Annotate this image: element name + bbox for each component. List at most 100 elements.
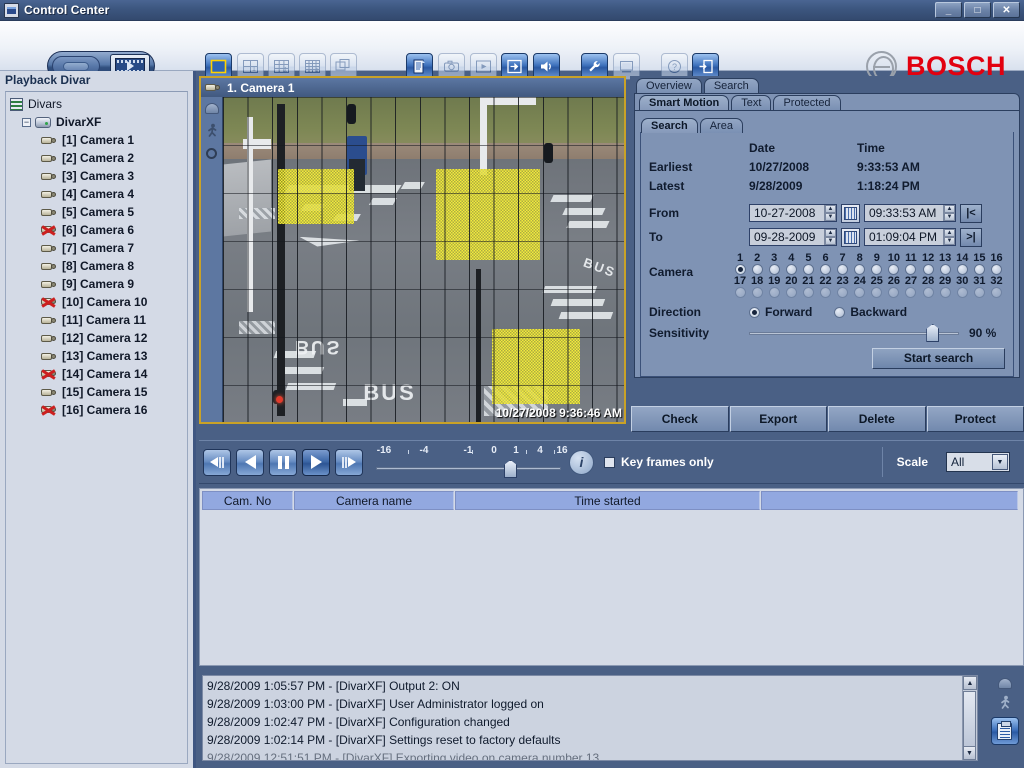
sidebar-item-camera-3[interactable]: [3] Camera 3 (8, 167, 187, 185)
step-forward-fast-icon[interactable] (335, 448, 363, 476)
sidebar-item-camera-7[interactable]: [7] Camera 7 (8, 239, 187, 257)
start-search-button[interactable]: Start search (872, 347, 1005, 369)
minimize-button[interactable]: _ (935, 2, 962, 18)
playback-speed-slider[interactable]: -16 -4 -1 0 1 4 16 (376, 442, 568, 482)
motion-runner-icon[interactable] (997, 695, 1013, 711)
step-back-fast-icon[interactable] (203, 448, 231, 476)
camera-radio-10[interactable] (888, 264, 900, 275)
tab-search[interactable]: Search (703, 78, 759, 93)
camera-radios-row2[interactable] (732, 287, 1006, 298)
sensitivity-slider[interactable] (749, 324, 959, 342)
sidebar-item-camera-1[interactable]: [1] Camera 1 (8, 131, 187, 149)
tree-node-divarxf[interactable]: − DivarXF (8, 113, 187, 131)
to-time-input[interactable]: 01:09:04 PM ▲ ▼ (864, 228, 956, 246)
camera-radio-7[interactable] (837, 264, 849, 275)
direction-option-backward[interactable]: Backward (834, 305, 907, 319)
log-entry[interactable]: 9/28/2009 1:02:14 PM - [DivarXF] Setting… (203, 732, 977, 750)
chevron-down-icon[interactable]: ▼ (992, 454, 1008, 470)
play-icon[interactable] (302, 448, 330, 476)
camera-radio-6[interactable] (820, 264, 832, 275)
device-tree[interactable]: Divars − DivarXF [1] Camera 1 [2] Camera … (5, 91, 188, 764)
calendar-icon[interactable] (841, 203, 860, 223)
protect-button[interactable]: Protect (926, 406, 1024, 432)
camera-radio-1[interactable] (734, 264, 746, 275)
sidebar-item-camera-9[interactable]: [9] Camera 9 (8, 275, 187, 293)
calendar-icon[interactable] (841, 227, 860, 247)
sidebar-item-camera-4[interactable]: [4] Camera 4 (8, 185, 187, 203)
sidebar-item-camera-2[interactable]: [2] Camera 2 (8, 149, 187, 167)
results-table-body[interactable] (202, 512, 1021, 663)
camera-radio-9[interactable] (871, 264, 883, 275)
column-header-time-started[interactable]: Time started (455, 491, 760, 510)
camera-radio-15[interactable] (973, 264, 985, 275)
direction-option-forward[interactable]: Forward (749, 305, 812, 319)
radio-forward-icon[interactable] (749, 306, 760, 318)
video-pane[interactable]: 1. Camera 1 10/27/2008 9:36:46 AM (199, 76, 626, 424)
goto-earliest-button[interactable]: |< (960, 203, 982, 223)
speed-slider-knob[interactable] (504, 460, 517, 478)
check-button[interactable]: Check (631, 406, 729, 432)
log-entry[interactable]: 9/28/2009 1:03:00 PM - [DivarXF] User Ad… (203, 696, 977, 714)
camera-radio-14[interactable] (956, 264, 968, 275)
camera-radio-8[interactable] (854, 264, 866, 275)
to-time-spinner[interactable]: ▲ ▼ (943, 229, 955, 245)
sidebar-item-camera-13[interactable]: [13] Camera 13 (8, 347, 187, 365)
camera-radios-row1[interactable] (732, 264, 1006, 275)
close-button[interactable]: ✕ (993, 2, 1020, 18)
log-entry[interactable]: 9/28/2009 1:05:57 PM - [DivarXF] Output … (203, 678, 977, 696)
scroll-up-button[interactable]: ▲ (963, 676, 977, 690)
maximize-button[interactable]: □ (964, 2, 991, 18)
to-date-spinner[interactable]: ▲ ▼ (824, 229, 836, 245)
delete-button[interactable]: Delete (828, 406, 926, 432)
expander-icon[interactable]: − (22, 117, 31, 127)
column-header-cam-no[interactable]: Cam. No (202, 491, 293, 510)
motion-grid-overlay[interactable] (223, 97, 624, 422)
from-date-input[interactable]: 10-27-2008 ▲ ▼ (749, 204, 837, 222)
relay-circle-icon[interactable] (206, 148, 217, 159)
sensitivity-slider-knob[interactable] (926, 324, 940, 342)
export-button[interactable]: Export (729, 406, 827, 432)
tab-overview[interactable]: Overview (636, 78, 702, 93)
pause-icon[interactable] (269, 448, 297, 476)
scroll-thumb[interactable] (963, 691, 976, 751)
from-date-spinner[interactable]: ▲ ▼ (824, 205, 836, 221)
video-image[interactable]: BUS BUS BUS 10/27/2008 9:36:46 AM (223, 97, 624, 422)
log-entry[interactable]: 9/28/2009 1:02:47 PM - [DivarXF] Configu… (203, 714, 977, 732)
scroll-down-button[interactable]: ▼ (963, 746, 976, 760)
alarm-bell-icon[interactable] (204, 103, 219, 114)
search-results-table[interactable]: Cam. No Camera name Time started (199, 488, 1024, 666)
goto-latest-button[interactable]: >| (960, 227, 982, 247)
from-time-input[interactable]: 09:33:53 AM ▲ ▼ (864, 204, 956, 222)
sidebar-item-camera-16[interactable]: [16] Camera 16 (8, 401, 187, 419)
motion-runner-icon[interactable] (204, 123, 220, 139)
sidebar-item-camera-6[interactable]: [6] Camera 6 (8, 221, 187, 239)
radio-backward-icon[interactable] (834, 306, 846, 318)
tab-protected[interactable]: Protected (773, 95, 841, 110)
alarm-bell-icon[interactable] (997, 678, 1012, 689)
sidebar-item-camera-8[interactable]: [8] Camera 8 (8, 257, 187, 275)
from-time-spinner[interactable]: ▲ ▼ (943, 205, 955, 221)
event-log-icon[interactable] (990, 717, 1019, 745)
sidebar-item-camera-15[interactable]: [15] Camera 15 (8, 383, 187, 401)
sidebar-item-camera-12[interactable]: [12] Camera 12 (8, 329, 187, 347)
camera-radio-12[interactable] (922, 264, 934, 275)
camera-radio-2[interactable] (751, 264, 763, 275)
event-log-list[interactable]: 9/28/2009 1:05:57 PM - [DivarXF] Output … (202, 675, 978, 761)
to-date-input[interactable]: 09-28-2009 ▲ ▼ (749, 228, 837, 246)
tree-node-divars[interactable]: Divars (8, 95, 187, 113)
log-entry[interactable]: 9/28/2009 12:51:51 PM - [DivarXF] Export… (203, 750, 977, 760)
key-frames-checkbox[interactable] (604, 456, 615, 468)
camera-radio-13[interactable] (939, 264, 951, 275)
column-header-camera-name[interactable]: Camera name (294, 491, 454, 510)
camera-selector[interactable]: 1 2 3 4 5 6 7 8 9 10 11 12 13 14 15 16 17 18 19 20 21 22 23 24… (732, 252, 1006, 298)
camera-radio-5[interactable] (802, 264, 814, 275)
column-header-blank[interactable] (761, 491, 1018, 510)
camera-radio-4[interactable] (785, 264, 797, 275)
log-scrollbar[interactable]: ▲ ▼ (962, 676, 977, 760)
tab-smart-motion[interactable]: Smart Motion (639, 95, 730, 110)
tab-text[interactable]: Text (731, 95, 772, 110)
sidebar-item-camera-5[interactable]: [5] Camera 5 (8, 203, 187, 221)
sidebar-item-camera-14[interactable]: [14] Camera 14 (8, 365, 187, 383)
scale-dropdown[interactable]: All ▼ (946, 452, 1010, 472)
reverse-play-icon[interactable] (236, 448, 264, 476)
